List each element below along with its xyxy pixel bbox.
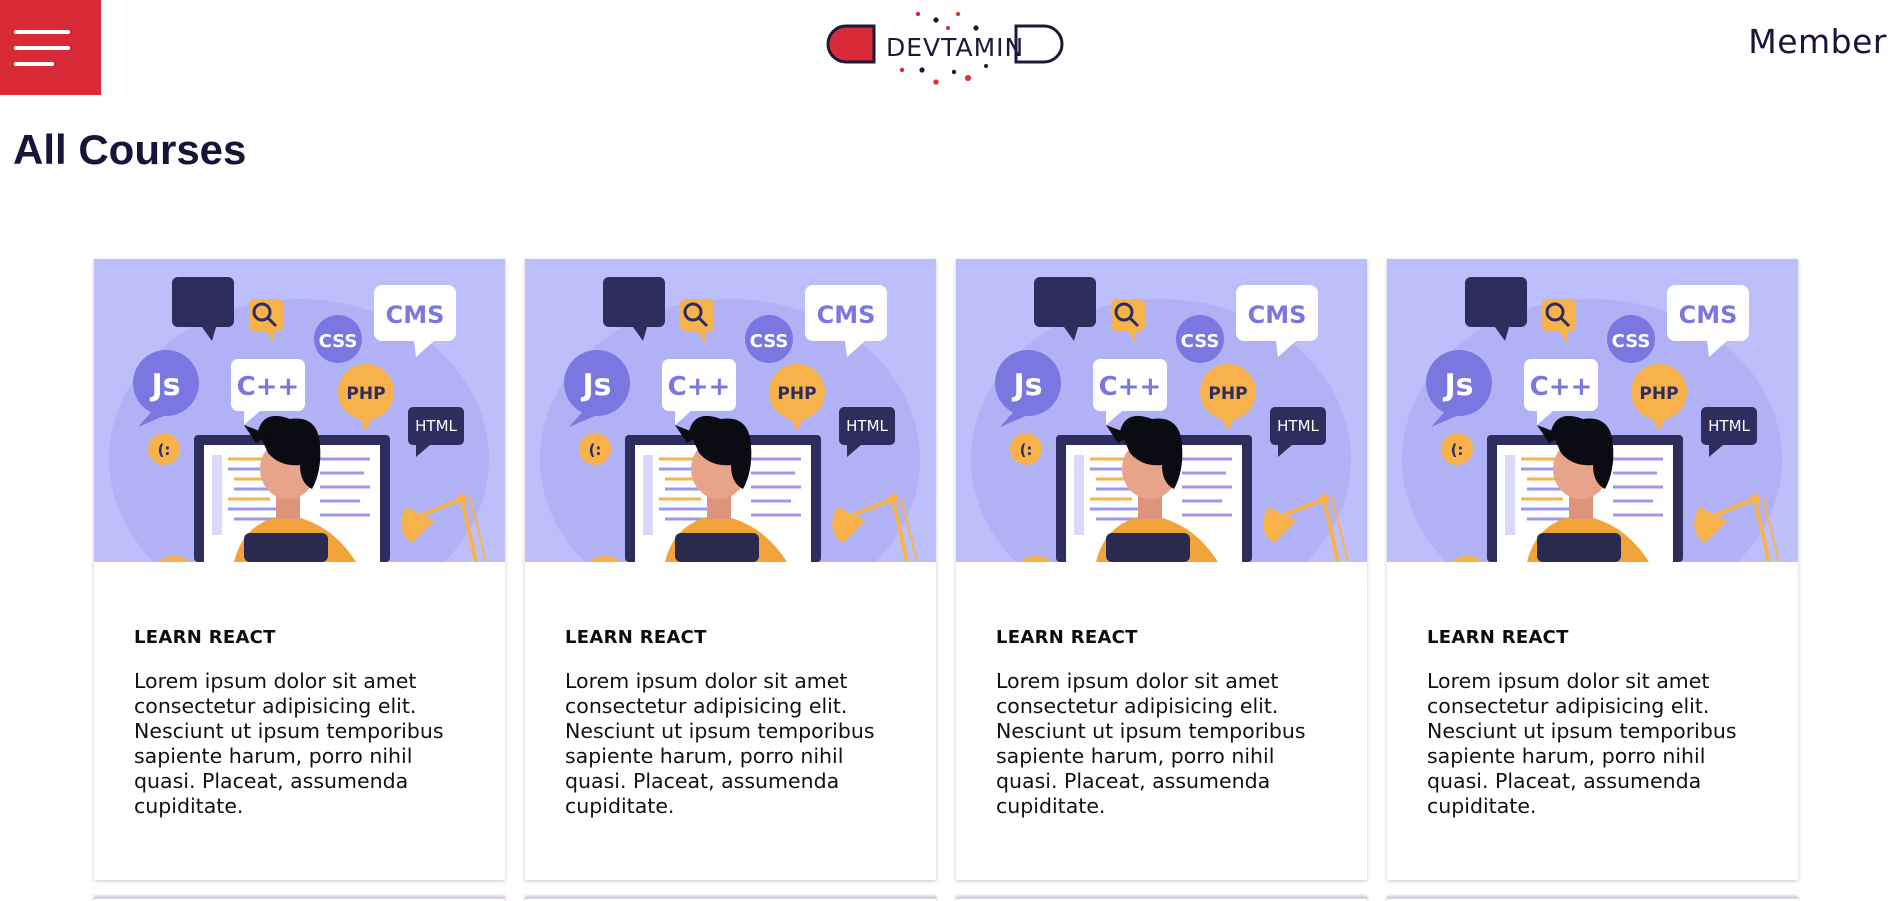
course-image: CMS CSS Js C++ PHP HTML (: [1387,259,1798,562]
course-card[interactable]: CMS CSS Js C++ PHP HTML (: LEARN REACT L… [1387,259,1798,880]
svg-text:PHP: PHP [1208,384,1247,404]
svg-text:Js: Js [1011,368,1042,403]
course-card-peek[interactable] [94,897,505,901]
hamburger-line [14,62,54,66]
svg-text:Js: Js [1442,368,1473,403]
developer-illustration-icon: CMS CSS Js C++ PHP HTML (: [1387,259,1798,562]
svg-text:Js: Js [149,368,180,403]
svg-text:PHP: PHP [1639,384,1678,404]
svg-text:PHP: PHP [777,384,816,404]
svg-text:C++: C++ [237,372,300,402]
svg-text:PHP: PHP [346,384,385,404]
svg-text:(:: (: [589,441,602,459]
member-link[interactable]: Member [1748,22,1887,61]
svg-text:CMS: CMS [1248,301,1307,329]
page-title: All Courses [13,126,247,173]
svg-text:C++: C++ [668,372,731,402]
developer-illustration-icon: CMS CSS Js C++ PHP HTML (: [94,259,505,562]
hamburger-line [14,46,70,50]
course-card[interactable]: CMS CSS Js C++ PHP HTML (: LEARN REACT L… [525,259,936,880]
svg-text:C++: C++ [1530,372,1593,402]
svg-text:HTML: HTML [846,417,888,435]
course-card-peek[interactable] [956,897,1367,901]
logo[interactable]: DEVTAMIN [826,6,1064,90]
svg-text:(:: (: [1020,441,1033,459]
course-description: Lorem ipsum dolor sit amet consectetur a… [1427,669,1737,818]
svg-text:CMS: CMS [386,301,445,329]
developer-illustration-icon: CMS CSS Js C++ PHP HTML (: [956,259,1367,562]
svg-text:HTML: HTML [415,417,457,435]
course-image: CMS CSS Js C++ PHP HTML (: [94,259,505,562]
svg-text:CMS: CMS [1679,301,1738,329]
course-title: LEARN REACT [565,627,707,648]
course-title: LEARN REACT [996,627,1138,648]
course-card[interactable]: CMS CSS Js C++ PHP HTML (: LEARN REACT L… [956,259,1367,880]
course-title: LEARN REACT [134,627,276,648]
svg-text:CSS: CSS [750,331,789,352]
svg-text:CSS: CSS [1612,331,1651,352]
course-description: Lorem ipsum dolor sit amet consectetur a… [565,669,875,818]
course-title: LEARN REACT [1427,627,1569,648]
svg-text:CSS: CSS [1181,331,1220,352]
developer-illustration-icon: CMS CSS Js C++ PHP HTML (: [525,259,936,562]
svg-text:C++: C++ [1099,372,1162,402]
course-image: CMS CSS Js C++ PHP HTML (: [956,259,1367,562]
course-description: Lorem ipsum dolor sit amet consectetur a… [134,669,444,818]
svg-text:Js: Js [580,368,611,403]
svg-text:(:: (: [158,441,171,459]
svg-text:HTML: HTML [1708,417,1750,435]
svg-text:CMS: CMS [817,301,876,329]
svg-text:(:: (: [1451,441,1464,459]
logo-text: DEVTAMIN [886,33,1025,62]
course-card[interactable]: CMS CSS Js C++ PHP HTML (: LEARN REACT L… [94,259,505,880]
menu-button[interactable] [0,0,101,95]
course-description: Lorem ipsum dolor sit amet consectetur a… [996,669,1306,818]
svg-text:HTML: HTML [1277,417,1319,435]
hamburger-menu-icon [14,30,70,34]
svg-text:CSS: CSS [319,331,358,352]
course-image: CMS CSS Js C++ PHP HTML (: [525,259,936,562]
course-card-peek[interactable] [525,897,936,901]
course-card-peek[interactable] [1387,897,1798,901]
